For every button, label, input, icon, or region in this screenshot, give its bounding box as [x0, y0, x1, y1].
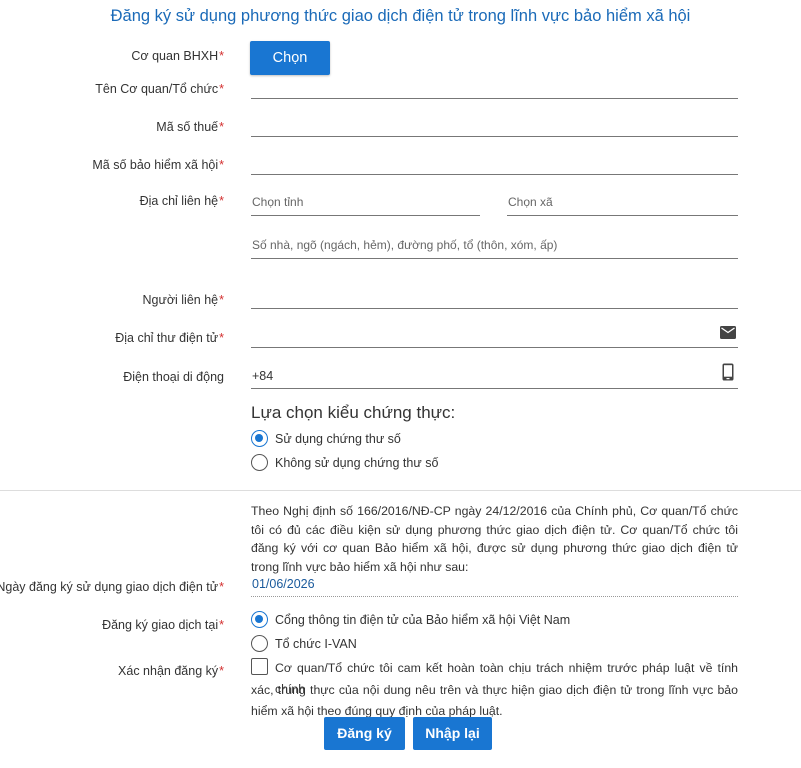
agency-label: Cơ quan BHXH* [131, 49, 224, 63]
envelope-icon [720, 326, 736, 339]
radio-unchecked-icon [251, 454, 268, 471]
phone-label: Điện thoại di động [123, 370, 224, 384]
contact-person-label: Người liên hệ* [142, 293, 224, 307]
phone-value: +84 [252, 369, 274, 383]
org-name-input[interactable] [251, 75, 738, 99]
street-placeholder: Số nhà, ngõ (ngách, hẻm), đường phố, tổ … [252, 238, 558, 252]
province-select[interactable]: Chọn tỉnh [251, 192, 480, 216]
social-code-input[interactable] [251, 151, 738, 175]
email-label: Địa chỉ thư điện tử* [115, 331, 224, 345]
address-label: Địa chỉ liên hệ* [139, 194, 224, 208]
register-at-portal-option[interactable]: Cổng thông tin điện tử của Bảo hiểm xã h… [251, 611, 570, 628]
registration-date-label: Ngày đăng ký sử dụng giao dịch điện tử* [0, 580, 224, 594]
radio-unchecked-icon [251, 635, 268, 652]
auth-option-label: Sử dụng chứng thư số [275, 431, 401, 446]
commune-select[interactable]: Chọn xã [507, 192, 738, 216]
tax-code-label: Mã số thuế* [156, 120, 224, 134]
auth-option-no-cert[interactable]: Không sử dụng chứng thư số [251, 454, 438, 471]
auth-option-label: Không sử dụng chứng thư số [275, 455, 439, 470]
tax-code-input[interactable] [251, 113, 738, 137]
register-at-option-label: Tổ chức I-VAN [275, 636, 357, 651]
auth-type-title: Lựa chọn kiểu chứng thực: [251, 403, 456, 422]
confirm-checkbox[interactable] [251, 658, 268, 675]
auth-option-digital-cert[interactable]: Sử dụng chứng thư số [251, 430, 401, 447]
statement-text: Theo Nghị định số 166/2016/NĐ-CP ngày 24… [251, 504, 738, 574]
social-code-label: Mã số bảo hiểm xã hội* [92, 158, 224, 172]
section-divider [0, 490, 801, 491]
contact-person-input[interactable] [251, 285, 738, 309]
page-title: Đăng ký sử dụng phương thức giao dịch đi… [110, 7, 691, 25]
reset-button[interactable]: Nhập lại [413, 717, 492, 750]
commune-placeholder: Chọn xã [508, 195, 553, 209]
register-at-label: Đăng ký giao dịch tại* [102, 618, 224, 632]
email-input[interactable] [251, 324, 738, 348]
confirm-label: Xác nhận đăng ký* [118, 664, 224, 678]
mobile-phone-icon [722, 363, 734, 381]
register-button[interactable]: Đăng ký [324, 717, 405, 750]
org-name-label: Tên Cơ quan/Tổ chức* [95, 82, 224, 96]
street-address-input[interactable]: Số nhà, ngõ (ngách, hẻm), đường phố, tổ … [251, 235, 738, 259]
register-at-option-label: Cổng thông tin điện tử của Bảo hiểm xã h… [275, 612, 571, 627]
phone-input[interactable]: +84 [251, 365, 738, 389]
registration-date-field[interactable]: 01/06/2026 [251, 573, 738, 597]
registration-date-value: 01/06/2026 [252, 577, 315, 591]
province-placeholder: Chọn tỉnh [252, 195, 304, 209]
register-at-ivan-option[interactable]: Tổ chức I-VAN [251, 635, 357, 652]
confirm-text-rest: xác, trung thực của nội dung nêu trên và… [251, 683, 738, 718]
radio-checked-icon [251, 611, 268, 628]
radio-checked-icon [251, 430, 268, 447]
choose-agency-button[interactable]: Chọn [250, 41, 330, 75]
